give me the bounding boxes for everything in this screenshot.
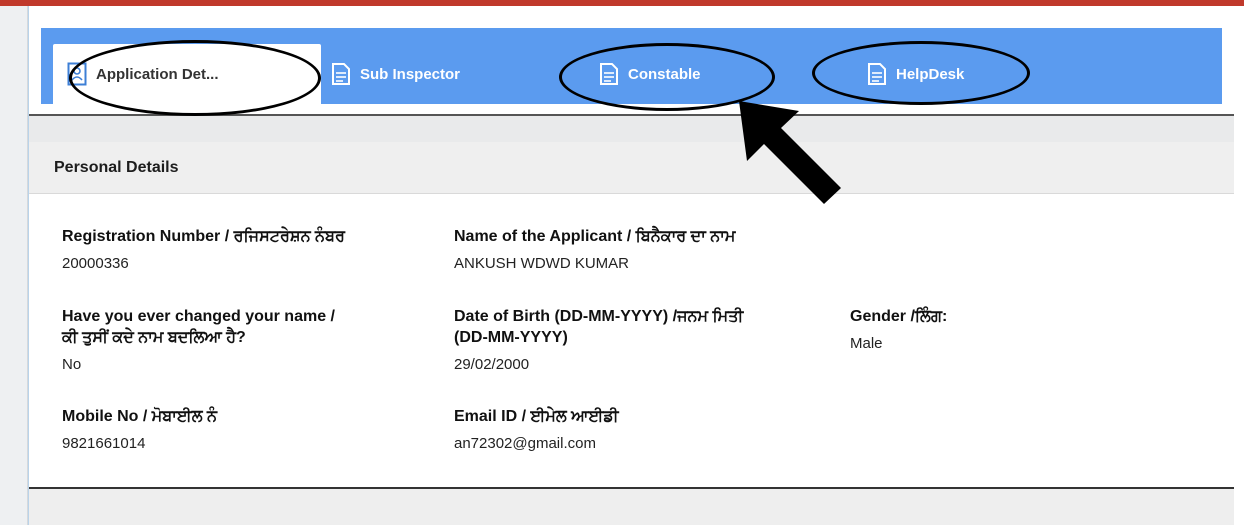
- left-rail: [0, 6, 28, 525]
- tab-sub-inspector[interactable]: Sub Inspector: [331, 44, 460, 104]
- dob-field: Date of Birth (DD-MM-YYYY) /ਜਨਮ ਮਿਤੀ (DD…: [454, 306, 743, 376]
- name-changed-label-punjabi: ਕੀ ਤੁਸੀਂ ਕਦੇ ਨਾਮ ਬਦਲਿਆ ਹੈ?: [62, 329, 246, 346]
- tab-application-details[interactable]: Application Det...: [53, 44, 321, 104]
- applicant-field: Name of the Applicant / ਬਿਨੈਕਾਰ ਦਾ ਨਾਮ A…: [454, 226, 735, 275]
- registration-field: Registration Number / ਰਜਿਸਟਰੇਸ਼ਨ ਨੰਬਰ 20…: [62, 226, 345, 275]
- registration-value: 20000336: [62, 255, 129, 272]
- personal-details-panel: Personal Details Registration Number / ਰ…: [29, 142, 1234, 489]
- registration-label: Registration Number / ਰਜਿਸਟਰੇਸ਼ਨ ਨੰਬਰ: [62, 228, 345, 245]
- gender-value: Male: [850, 335, 883, 352]
- tab-helpdesk[interactable]: HelpDesk: [867, 44, 964, 104]
- document-icon: [599, 62, 619, 86]
- applicant-value: ANKUSH WDWD KUMAR: [454, 255, 629, 272]
- email-value: an72302@gmail.com: [454, 435, 596, 452]
- tab-label: Application Det...: [96, 65, 219, 83]
- panel-title: Personal Details: [29, 142, 1234, 194]
- dob-label-format: (DD-MM-YYYY): [454, 329, 568, 346]
- user-form-icon: [67, 62, 87, 86]
- mobile-value: 9821661014: [62, 435, 146, 452]
- email-field: Email ID / ਈਮੇਲ ਆਈਡੀ an72302@gmail.com: [454, 406, 619, 455]
- email-label: Email ID / ਈਮੇਲ ਆਈਡੀ: [454, 408, 619, 425]
- mobile-label: Mobile No / ਮੋਬਾਈਲ ਨੰ: [62, 408, 217, 425]
- section-divider: [29, 114, 1234, 142]
- tab-constable[interactable]: Constable: [599, 44, 701, 104]
- document-icon: [331, 62, 351, 86]
- content-frame: Application Det... Sub Inspector Constab…: [28, 6, 1234, 525]
- gender-field: Gender /ਲਿੰਗ: Male: [850, 306, 947, 355]
- applicant-label: Name of the Applicant / ਬਿਨੈਕਾਰ ਦਾ ਨਾਮ: [454, 228, 736, 245]
- tab-bar: Application Det... Sub Inspector Constab…: [41, 28, 1222, 104]
- gender-label: Gender /ਲਿੰਗ:: [850, 308, 948, 325]
- tab-label: HelpDesk: [896, 65, 965, 83]
- tab-label: Constable: [628, 65, 701, 83]
- mobile-field: Mobile No / ਮੋਬਾਈਲ ਨੰ 9821661014: [62, 406, 217, 455]
- tab-label: Sub Inspector: [360, 65, 461, 83]
- dob-label: Date of Birth (DD-MM-YYYY) /ਜਨਮ ਮਿਤੀ: [454, 308, 744, 325]
- name-changed-label: Have you ever changed your name /: [62, 308, 335, 325]
- document-icon: [867, 62, 887, 86]
- name-changed-field: Have you ever changed your name / ਕੀ ਤੁਸ…: [62, 306, 335, 376]
- right-rail: [1233, 6, 1244, 525]
- next-section-strip: [29, 489, 1234, 525]
- name-changed-value: No: [62, 356, 82, 373]
- dob-value: 29/02/2000: [454, 356, 530, 373]
